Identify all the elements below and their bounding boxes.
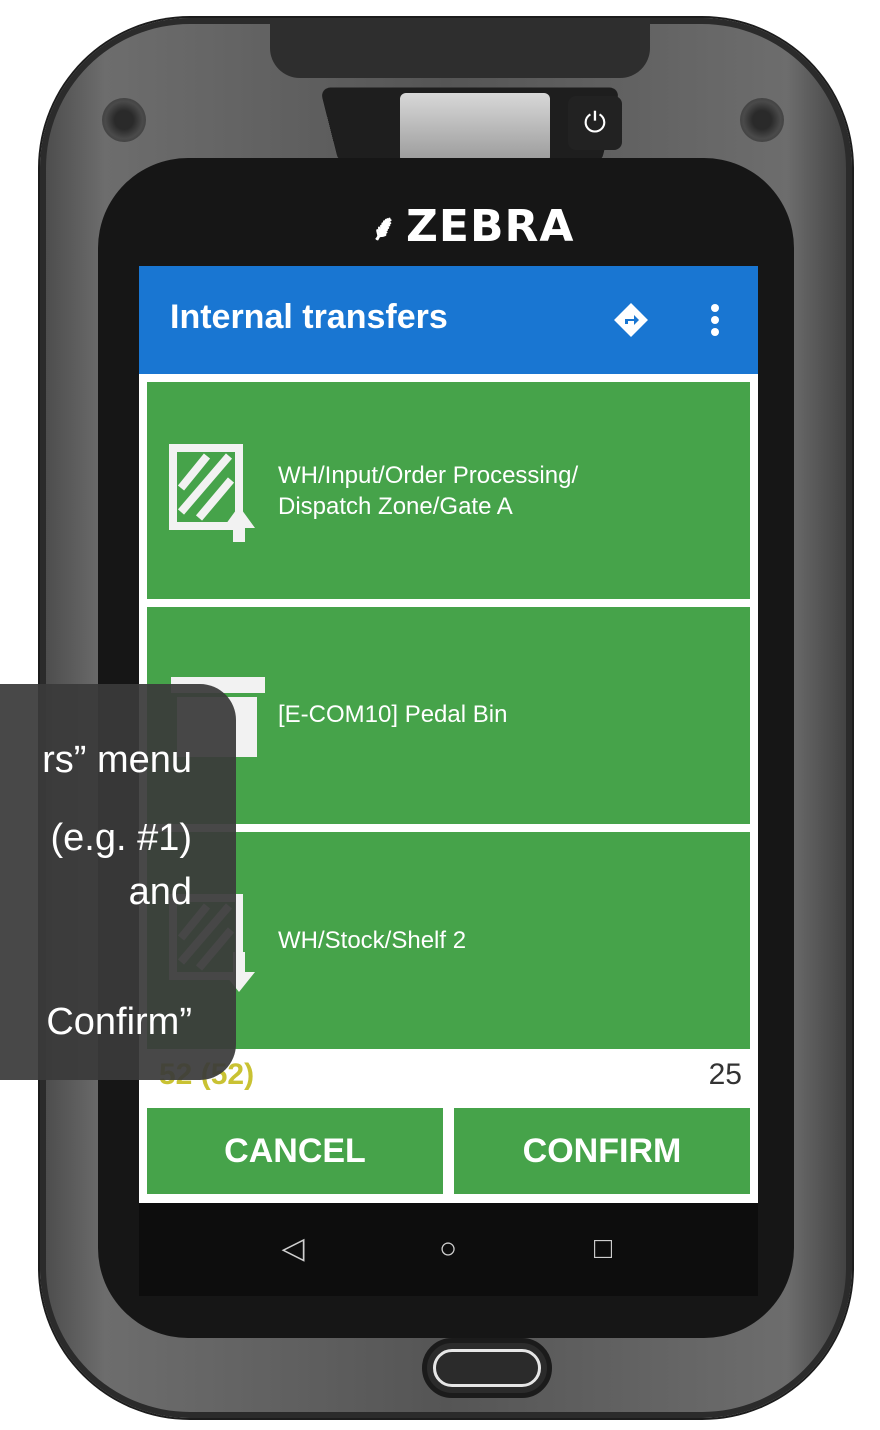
recents-icon[interactable]: □: [583, 1229, 623, 1269]
brand-name: ZEBRA: [406, 200, 575, 252]
source-location-line2: Dispatch Zone/Gate A: [278, 493, 513, 520]
destination-location-card[interactable]: WH/Stock/Shelf 2: [147, 832, 750, 1049]
screw-top-left: [102, 98, 146, 142]
zebra-head-icon: ⸙: [370, 207, 399, 249]
source-location-card[interactable]: WH/Input/Order Processing/ Dispatch Zone…: [147, 382, 750, 599]
tooltip-line: Confirm”: [46, 1001, 192, 1043]
more-vert-icon[interactable]: [701, 300, 729, 340]
product-name: [E-COM10] Pedal Bin: [278, 701, 508, 728]
back-icon[interactable]: ◁: [273, 1229, 313, 1269]
power-icon[interactable]: ⏻: [568, 96, 622, 150]
screw-top-right: [740, 98, 784, 142]
hardware-home-button[interactable]: [422, 1338, 552, 1398]
instruction-tooltip: rs” menu (e.g. #1) and Confirm”: [0, 684, 236, 1080]
location-source-icon: [169, 444, 255, 542]
confirm-button[interactable]: CONFIRM: [454, 1108, 750, 1194]
device-top-cap: [270, 18, 650, 78]
tooltip-line: rs” menu: [42, 739, 192, 781]
direction-sign-icon[interactable]: [611, 300, 651, 340]
product-card[interactable]: [E-COM10] Pedal Bin: [147, 607, 750, 824]
app-bar: Internal transfers: [139, 266, 758, 374]
scanner-glass: [400, 93, 550, 163]
entered-quantity[interactable]: 25: [709, 1058, 742, 1092]
source-location-line1: WH/Input/Order Processing/: [278, 462, 579, 489]
destination-location-line1: WH/Stock/Shelf 2: [278, 927, 467, 954]
cancel-button[interactable]: CANCEL: [147, 1108, 443, 1194]
quantity-row[interactable]: 52 (52) 25: [147, 1052, 750, 1100]
tooltip-line: (e.g. #1): [50, 817, 192, 859]
brand-logo: ⸙ ZEBRA: [370, 196, 610, 256]
page-title: Internal transfers: [170, 298, 448, 336]
system-navigation-bar: ◁ ○ □: [139, 1203, 758, 1296]
home-icon[interactable]: ○: [428, 1229, 468, 1269]
tooltip-line: and: [128, 871, 192, 913]
